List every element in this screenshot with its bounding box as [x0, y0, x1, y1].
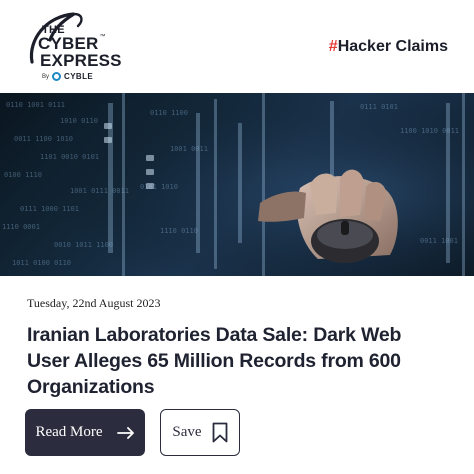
cyble-logo-icon: [52, 72, 62, 81]
svg-text:0010 1011 1100: 0010 1011 1100: [54, 241, 113, 249]
svg-text:1101 0010 0101: 1101 0010 0101: [40, 153, 99, 161]
byline-brand: CYBLE: [64, 72, 94, 81]
svg-text:1010 0110: 1010 0110: [60, 117, 98, 125]
svg-text:0110 1100: 0110 1100: [150, 109, 188, 117]
svg-text:0011 1100 1010: 0011 1100 1010: [14, 135, 73, 143]
svg-text:1110 0001: 1110 0001: [2, 223, 40, 231]
save-label: Save: [172, 424, 202, 440]
read-more-label: Read More: [35, 424, 103, 440]
bookmark-icon: [212, 422, 227, 443]
svg-text:1100 1010 0011: 1100 1010 0011: [400, 127, 459, 135]
svg-text:1001 0111 0011: 1001 0111 0011: [70, 187, 129, 195]
svg-text:0111 0101: 0111 0101: [360, 103, 398, 111]
svg-text:1001 0011: 1001 0011: [170, 145, 208, 153]
arrow-right-icon: [116, 426, 134, 439]
svg-text:0101 1010: 0101 1010: [140, 183, 178, 191]
svg-text:1110 0110: 1110 0110: [160, 227, 198, 235]
category-hash: #: [328, 38, 338, 55]
svg-text:0111 1000 1101: 0111 1000 1101: [20, 205, 79, 213]
site-header: THE CYBER™ EXPRESS By CYBLE #Hacker Clai…: [0, 0, 474, 93]
save-button[interactable]: Save: [160, 409, 240, 456]
category-label: Hacker Claims: [337, 38, 448, 55]
svg-text:0100 1110: 0100 1110: [4, 171, 42, 179]
logo-byline: By CYBLE: [42, 72, 93, 81]
logo-text-express: EXPRESS: [40, 51, 122, 70]
article-date: Tuesday, 22nd August 2023: [27, 296, 161, 310]
the-cyber-express-logo[interactable]: THE CYBER™ EXPRESS By CYBLE: [24, 10, 124, 86]
svg-text:0110 1001 0111: 0110 1001 0111: [6, 101, 65, 109]
svg-text:0011 1001: 0011 1001: [420, 237, 458, 245]
category-tag[interactable]: #Hacker Claims: [329, 38, 448, 56]
byline-by: By: [42, 73, 50, 80]
hero-image[interactable]: 0110 1001 0111 1010 0110 0011 1100 1010 …: [0, 93, 474, 276]
hero-illustration: 0110 1001 0111 1010 0110 0011 1100 1010 …: [0, 93, 474, 276]
article-title[interactable]: Iranian Laboratories Data Sale: Dark Web…: [27, 322, 447, 400]
svg-text:1011 0100 0110: 1011 0100 0110: [12, 259, 71, 267]
read-more-button[interactable]: Read More: [25, 409, 145, 456]
